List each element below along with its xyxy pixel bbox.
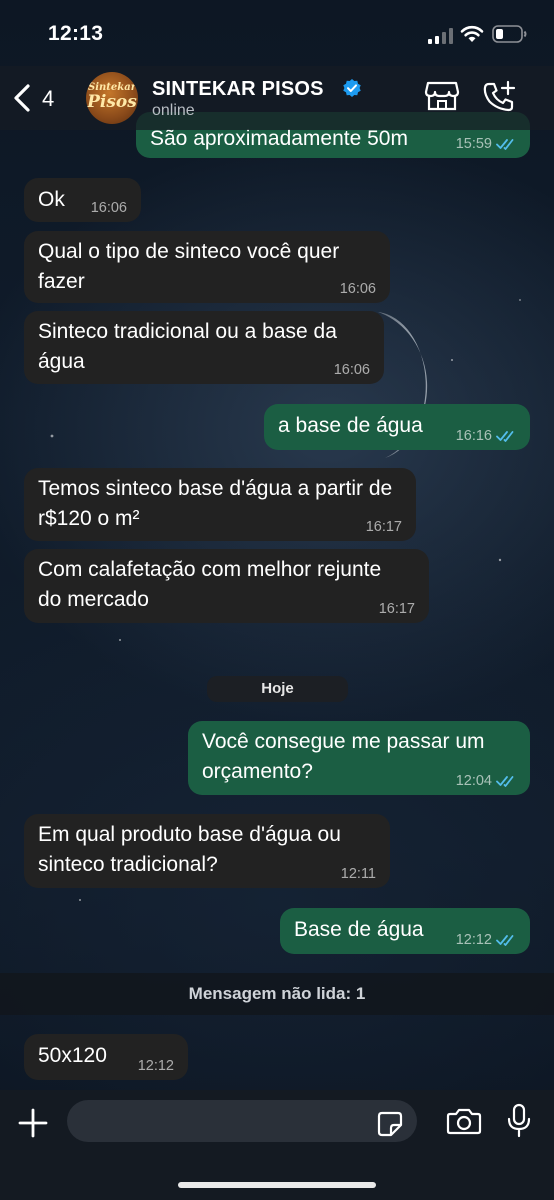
message-time: 12:04 — [455, 773, 492, 789]
message-bubble-outgoing[interactable]: Base de água 12:12 — [280, 908, 530, 954]
read-ticks-icon — [496, 139, 514, 150]
message-time: 16:17 — [365, 519, 402, 535]
plus-icon[interactable] — [16, 1106, 50, 1140]
unread-messages-banner: Mensagem não lida: 1 — [0, 973, 554, 1015]
message-text: Temos sinteco base d'água a partir de r$… — [38, 477, 393, 530]
status-bar: 12:13 — [0, 0, 554, 70]
message-time: 12:11 — [340, 866, 376, 882]
read-ticks-icon — [496, 431, 514, 442]
message-bubble-incoming[interactable]: Em qual produto base d'água ou sinteco t… — [24, 814, 390, 888]
message-bubble-incoming[interactable]: Temos sinteco base d'água a partir de r$… — [24, 468, 416, 541]
message-text: Qual o tipo de sinteco você quer fazer — [38, 240, 340, 293]
message-time: 15:59 — [455, 136, 492, 152]
avatar-logo-main: Pisos — [87, 92, 137, 112]
message-bubble-incoming[interactable]: Com calafetação com melhor rejunte do me… — [24, 549, 429, 623]
message-input[interactable] — [67, 1100, 417, 1142]
message-time: 16:06 — [90, 200, 127, 216]
message-text: a base de água — [278, 414, 423, 437]
message-time: 16:16 — [455, 428, 492, 444]
message-bubble-outgoing[interactable]: Você consegue me passar um orçamento? 12… — [188, 721, 530, 795]
message-bubble-incoming[interactable]: Qual o tipo de sinteco você quer fazer 1… — [24, 231, 390, 303]
sticker-icon[interactable] — [376, 1110, 404, 1138]
mic-icon[interactable] — [506, 1103, 532, 1139]
battery-icon — [492, 25, 527, 43]
home-indicator — [178, 1182, 376, 1188]
message-text: Base de água — [294, 918, 424, 941]
date-separator: Hoje — [207, 676, 348, 702]
signal-icon — [428, 28, 453, 44]
contact-name[interactable]: SINTEKAR PISOS — [152, 78, 324, 101]
message-time: 16:06 — [339, 281, 376, 297]
message-text: Ok — [38, 188, 65, 211]
message-bubble-outgoing[interactable]: a base de água 16:16 — [264, 404, 530, 450]
message-text: Em qual produto base d'água ou sinteco t… — [38, 823, 341, 876]
call-add-icon[interactable] — [482, 80, 518, 114]
status-time: 12:13 — [48, 22, 104, 45]
message-time: 16:06 — [333, 362, 370, 378]
message-text: Sinteco tradicional ou a base da água — [38, 320, 337, 373]
message-time: 12:12 — [455, 932, 492, 948]
avatar[interactable]: Sintekar Pisos — [86, 72, 138, 124]
message-bubble-incoming[interactable]: 50x120 12:12 — [24, 1034, 188, 1080]
contact-presence: online — [152, 102, 195, 119]
chat-header: 4 Sintekar Pisos SINTEKAR PISOS online — [0, 66, 554, 130]
unread-chats-count[interactable]: 4 — [42, 86, 54, 112]
wifi-icon — [460, 25, 484, 42]
message-time: 16:17 — [378, 601, 415, 617]
message-text: 50x120 — [38, 1044, 107, 1067]
store-icon[interactable] — [424, 80, 460, 112]
read-ticks-icon — [496, 935, 514, 946]
message-composer — [0, 1090, 554, 1200]
back-chevron-icon[interactable] — [10, 80, 36, 116]
message-bubble-incoming[interactable]: Sinteco tradicional ou a base da água 16… — [24, 311, 384, 384]
message-bubble-incoming[interactable]: Ok 16:06 — [24, 178, 141, 222]
camera-icon[interactable] — [446, 1106, 482, 1136]
read-ticks-icon — [496, 776, 514, 787]
verified-badge-icon — [343, 79, 361, 97]
message-time: 12:12 — [137, 1058, 174, 1074]
message-text: Com calafetação com melhor rejunte do me… — [38, 558, 382, 611]
